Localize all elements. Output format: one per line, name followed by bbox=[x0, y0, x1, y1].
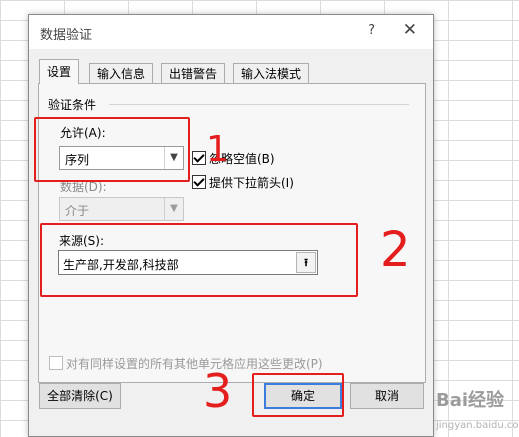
checkbox-unchecked-icon bbox=[49, 356, 63, 370]
clear-all-button[interactable]: 全部清除(C) bbox=[39, 383, 121, 409]
in-cell-dropdown-label: 提供下拉箭头(I) bbox=[209, 176, 294, 190]
chevron-down-icon: ▼ bbox=[164, 198, 183, 220]
chevron-down-icon: ▼ bbox=[164, 147, 183, 169]
data-label: 数据(D): bbox=[60, 180, 107, 194]
group-divider bbox=[109, 104, 409, 105]
ignore-blank-checkbox[interactable]: 忽略空值(B) bbox=[192, 150, 275, 167]
checkbox-checked-icon bbox=[192, 151, 206, 165]
watermark-brand-suffix: 经验 bbox=[468, 390, 505, 411]
source-input[interactable]: 生产部,开发部,科技部 ⭱ bbox=[58, 250, 318, 275]
tab-input-message[interactable]: 输入信息 bbox=[89, 63, 154, 83]
ok-button[interactable]: 确定 bbox=[264, 383, 342, 409]
tab-error-alert[interactable]: 出错警告 bbox=[161, 63, 226, 83]
source-label: 来源(S): bbox=[59, 234, 105, 248]
collapse-dialog-icon[interactable]: ⭱ bbox=[296, 252, 316, 273]
title-bar: 数据验证 ? ✕ bbox=[29, 15, 433, 49]
data-select-value: 介于 bbox=[65, 204, 90, 218]
tab-ime-mode[interactable]: 输入法模式 bbox=[233, 63, 310, 83]
annotation-number-3: 3 bbox=[203, 364, 233, 418]
annotation-number-2: 2 bbox=[380, 222, 411, 278]
baidu-watermark: Bai经验 jingyan.baidu.com bbox=[436, 386, 519, 433]
source-input-value: 生产部,开发部,科技部 bbox=[63, 258, 179, 272]
tab-settings[interactable]: 设置 bbox=[39, 59, 80, 84]
apply-all-label: 对有同样设置的所有其他单元格应用这些更改(P) bbox=[66, 357, 323, 371]
settings-panel: 验证条件 允许(A): 序列 ▼ 忽略空值(B) 提供下拉箭头(I) 数据(D)… bbox=[38, 83, 426, 383]
close-icon[interactable]: ✕ bbox=[403, 20, 417, 40]
help-icon[interactable]: ? bbox=[368, 23, 375, 38]
annotation-number-1: 1 bbox=[206, 129, 229, 170]
allow-label: 允许(A): bbox=[60, 126, 106, 140]
dialog-title: 数据验证 bbox=[40, 28, 93, 43]
watermark-url: jingyan.baidu.com bbox=[436, 420, 519, 431]
data-select: 介于 ▼ bbox=[59, 197, 184, 221]
cancel-button[interactable]: 取消 bbox=[350, 383, 424, 409]
checkbox-checked-icon bbox=[192, 175, 206, 189]
allow-select-value: 序列 bbox=[65, 153, 90, 167]
validation-criteria-label: 验证条件 bbox=[48, 98, 97, 112]
allow-select[interactable]: 序列 ▼ bbox=[59, 146, 184, 170]
watermark-brand: Bai bbox=[436, 390, 469, 411]
apply-all-checkbox: 对有同样设置的所有其他单元格应用这些更改(P) bbox=[49, 355, 323, 372]
in-cell-dropdown-checkbox[interactable]: 提供下拉箭头(I) bbox=[192, 174, 294, 191]
